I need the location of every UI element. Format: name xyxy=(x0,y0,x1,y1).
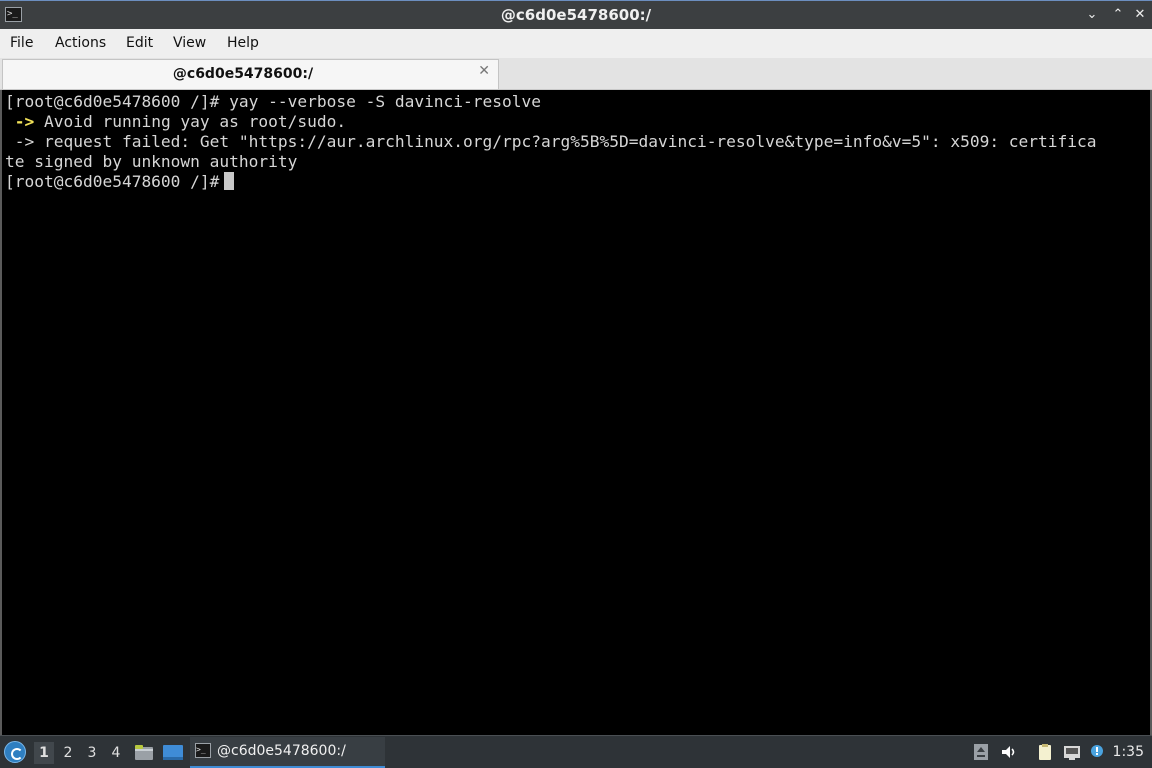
tab-bar: @c6d0e5478600:/ ✕ xyxy=(0,58,1152,90)
notification-icon[interactable] xyxy=(1089,743,1107,761)
menu-edit[interactable]: Edit xyxy=(126,35,153,51)
workspace-4[interactable]: 4 xyxy=(106,742,126,764)
text-cursor xyxy=(224,172,235,190)
terminal-line: -> Avoid running yay as root/sudo. xyxy=(5,112,347,131)
menu-actions[interactable]: Actions xyxy=(55,35,106,51)
tab-label: @c6d0e5478600:/ xyxy=(172,66,314,82)
terminal-icon: >_ xyxy=(195,743,211,758)
workspace-2[interactable]: 2 xyxy=(58,742,78,764)
terminal-line: [root@c6d0e5478600 /]# yay --verbose -S … xyxy=(5,92,542,111)
tab-close-button[interactable]: ✕ xyxy=(478,63,490,79)
upload-icon[interactable] xyxy=(972,743,990,761)
terminal-output[interactable]: [root@c6d0e5478600 /]# yay --verbose -S … xyxy=(0,90,1152,735)
menu-help[interactable]: Help xyxy=(227,35,259,51)
close-window-button[interactable]: ✕ xyxy=(1130,5,1150,25)
taskbar: 1 2 3 4 >_ @c6d0e5478600:/ 1:35 xyxy=(0,735,1152,768)
window-title: @c6d0e5478600:/ xyxy=(500,6,652,24)
window-titlebar: >_ @c6d0e5478600:/ ⌄ ⌃ ✕ xyxy=(0,0,1152,29)
task-label: @c6d0e5478600:/ xyxy=(217,743,346,759)
menu-bar: File Actions Edit View Help xyxy=(0,29,1152,58)
menu-file[interactable]: File xyxy=(10,35,33,51)
workspace-1[interactable]: 1 xyxy=(34,742,54,764)
taskbar-task-terminal[interactable]: >_ @c6d0e5478600:/ xyxy=(190,737,385,768)
terminal-prompt-line: [root@c6d0e5478600 /]# xyxy=(5,172,235,192)
minimize-button[interactable]: ⌄ xyxy=(1082,5,1102,25)
terminal-line: -> request failed: Get "https://aur.arch… xyxy=(5,132,1097,151)
clipboard-icon[interactable] xyxy=(1036,743,1054,761)
volume-icon[interactable] xyxy=(1000,743,1018,761)
clock[interactable]: 1:35 xyxy=(1113,744,1144,760)
terminal-tab[interactable]: @c6d0e5478600:/ ✕ xyxy=(2,59,499,89)
warning-arrow: -> xyxy=(5,112,35,131)
network-icon[interactable] xyxy=(1063,743,1081,761)
start-menu-icon[interactable] xyxy=(4,741,26,763)
maximize-button[interactable]: ⌃ xyxy=(1108,5,1128,25)
terminal-line: te signed by unknown authority xyxy=(5,152,298,171)
workspace-3[interactable]: 3 xyxy=(82,742,102,764)
show-desktop-icon[interactable] xyxy=(163,744,183,761)
menu-view[interactable]: View xyxy=(173,35,206,51)
file-manager-icon[interactable] xyxy=(134,744,154,761)
